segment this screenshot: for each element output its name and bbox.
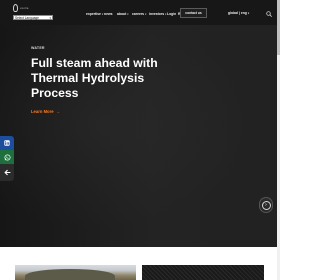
nav-item-label: expertise [86,12,101,16]
nav-item-label: investors [149,12,165,16]
arrow-left-icon [4,169,11,176]
nav-item-label: about [117,12,127,16]
nav-item-about[interactable]: about ▾ [117,12,129,16]
site-header: veolia Select Language ▾ expertise ▾ news… [0,0,277,25]
region-language-select[interactable]: global | eng▾ [228,11,249,15]
arrow-right-icon: → [55,109,60,114]
search-icon[interactable] [266,11,272,17]
language-select-label: Select Language [15,16,39,20]
chevron-down-icon: ▾ [101,12,104,16]
contact-us-button[interactable]: contact us [180,8,207,18]
nav-item-label: careers [132,12,145,16]
linkedin-share-button[interactable] [0,136,14,150]
nav-item-label: news [104,12,113,16]
hero-headline-line: Thermal Hydrolysis [31,71,145,85]
nav-item-news[interactable]: news [104,12,112,16]
logo-text: veolia [20,7,29,10]
site-logo[interactable]: veolia [13,4,35,12]
chevron-down-icon: ▾ [49,16,51,20]
page-scrollbar[interactable] [277,0,280,280]
chevron-down-icon: ▾ [247,12,250,15]
feature-card-image-dark[interactable] [142,265,264,280]
nav-item-expertise[interactable]: expertise ▾ [86,12,103,16]
social-share-bar [0,136,14,181]
hero-eyebrow: WATER [31,46,45,50]
hero-headline: Full steam ahead with Thermal Hydrolysis… [31,56,171,101]
hero-headline-line: Full steam ahead with [31,56,158,70]
chevron-down-icon: ▾ [127,12,129,16]
nav-item-careers[interactable]: careers ▾ [132,12,146,16]
hero-slider: WATER Full steam ahead with Thermal Hydr… [0,25,277,247]
nav-item-label: Login [167,12,177,16]
whatsapp-share-button[interactable] [0,150,14,164]
chevron-down-icon: ▾ [145,12,147,16]
social-collapse-button[interactable] [0,164,14,181]
logo-icon [13,4,18,12]
hero-headline-line: Process [31,86,79,100]
nav-item-investors[interactable]: investors ▾ [149,12,166,16]
chevron-right-icon: › [261,200,271,210]
landscape-image [25,269,115,280]
feature-card-image-landscape[interactable] [15,265,136,280]
language-select[interactable]: Select Language ▾ [13,15,53,20]
learn-more-label: Learn More [31,109,54,114]
learn-more-link[interactable]: Learn More → [31,109,60,114]
slider-next-button[interactable]: › [259,197,273,213]
nav-item-login[interactable]: Login [167,12,176,16]
whatsapp-icon [3,153,11,161]
linkedin-icon [4,140,10,146]
texture-image [142,265,264,280]
scrollbar-thumb[interactable] [277,0,280,55]
region-language-label: global | eng [228,11,247,15]
